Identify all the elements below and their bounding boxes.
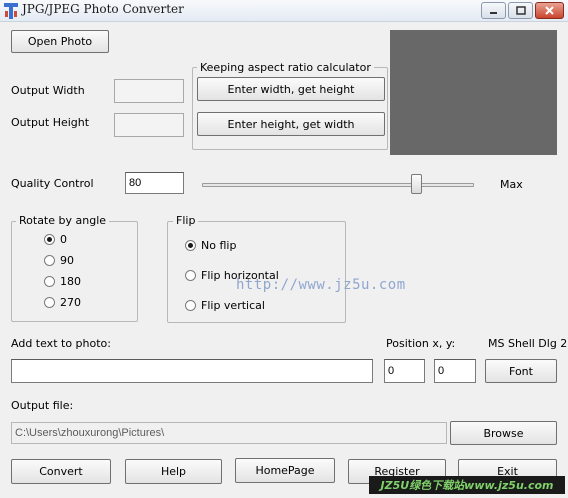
font-name-label: MS Shell Dlg 2	[488, 337, 568, 350]
photo-preview	[390, 30, 557, 155]
homepage-button[interactable]: HomePage	[235, 458, 335, 483]
position-label: Position x, y:	[386, 337, 456, 350]
quality-input[interactable]	[125, 172, 184, 194]
flip-radio[interactable]	[185, 270, 196, 281]
convert-button[interactable]: Convert	[11, 459, 111, 484]
rotate-option-label[interactable]: 90	[60, 254, 74, 267]
watermark-url: http://www.jz5u.com	[236, 277, 406, 293]
output-width-field[interactable]	[114, 79, 184, 103]
overlay-text-input[interactable]	[11, 359, 373, 383]
rotate-option-label[interactable]: 270	[60, 296, 81, 309]
rotate-radio[interactable]	[44, 255, 55, 266]
height-to-width-button[interactable]: Enter height, get width	[197, 112, 385, 136]
position-x-input[interactable]	[384, 359, 425, 383]
rotate-option-label[interactable]: 180	[60, 275, 81, 288]
flip-option-label[interactable]: No flip	[201, 239, 236, 252]
flip-legend: Flip	[173, 214, 199, 227]
browse-button[interactable]: Browse	[450, 421, 557, 445]
maximize-button[interactable]	[508, 2, 533, 19]
quality-slider[interactable]	[202, 174, 474, 196]
minimize-button[interactable]	[481, 2, 506, 19]
aspect-ratio-legend: Keeping aspect ratio calculator	[197, 61, 374, 74]
radio-selected-dot	[47, 237, 52, 242]
watermark-banner: JZ5U绿色下载站www.jz5u.com	[369, 476, 565, 494]
output-height-field[interactable]	[114, 113, 184, 137]
add-text-label: Add text to photo:	[11, 337, 111, 350]
help-button[interactable]: Help	[125, 459, 222, 484]
slider-thumb[interactable]	[411, 174, 422, 194]
open-photo-button[interactable]: Open Photo	[11, 30, 109, 53]
output-height-label: Output Height	[11, 116, 90, 129]
rotate-radio[interactable]	[44, 276, 55, 287]
width-to-height-button[interactable]: Enter width, get height	[197, 77, 385, 101]
font-button[interactable]: Font	[485, 359, 557, 383]
maximize-icon	[516, 6, 526, 15]
rotate-legend: Rotate by angle	[16, 214, 110, 227]
rotate-option-label[interactable]: 0	[60, 233, 67, 246]
window-title: JPG/JPEG Photo Converter	[22, 2, 184, 16]
slider-track	[202, 183, 474, 187]
radio-selected-dot	[188, 243, 193, 248]
close-button[interactable]	[535, 2, 564, 19]
minimize-icon	[490, 12, 497, 14]
flip-radio[interactable]	[185, 300, 196, 311]
flip-radio[interactable]	[185, 240, 196, 251]
output-file-label: Output file:	[11, 399, 74, 412]
app-icon	[4, 3, 18, 19]
quality-max-label: Max	[500, 178, 523, 191]
position-y-input[interactable]	[434, 359, 476, 383]
rotate-radio[interactable]	[44, 297, 55, 308]
quality-label: Quality Control	[11, 177, 94, 190]
close-icon	[545, 6, 554, 15]
output-path-input[interactable]	[11, 422, 447, 444]
output-width-label: Output Width	[11, 84, 85, 97]
flip-option-label[interactable]: Flip vertical	[201, 299, 265, 312]
rotate-radio[interactable]	[44, 234, 55, 245]
